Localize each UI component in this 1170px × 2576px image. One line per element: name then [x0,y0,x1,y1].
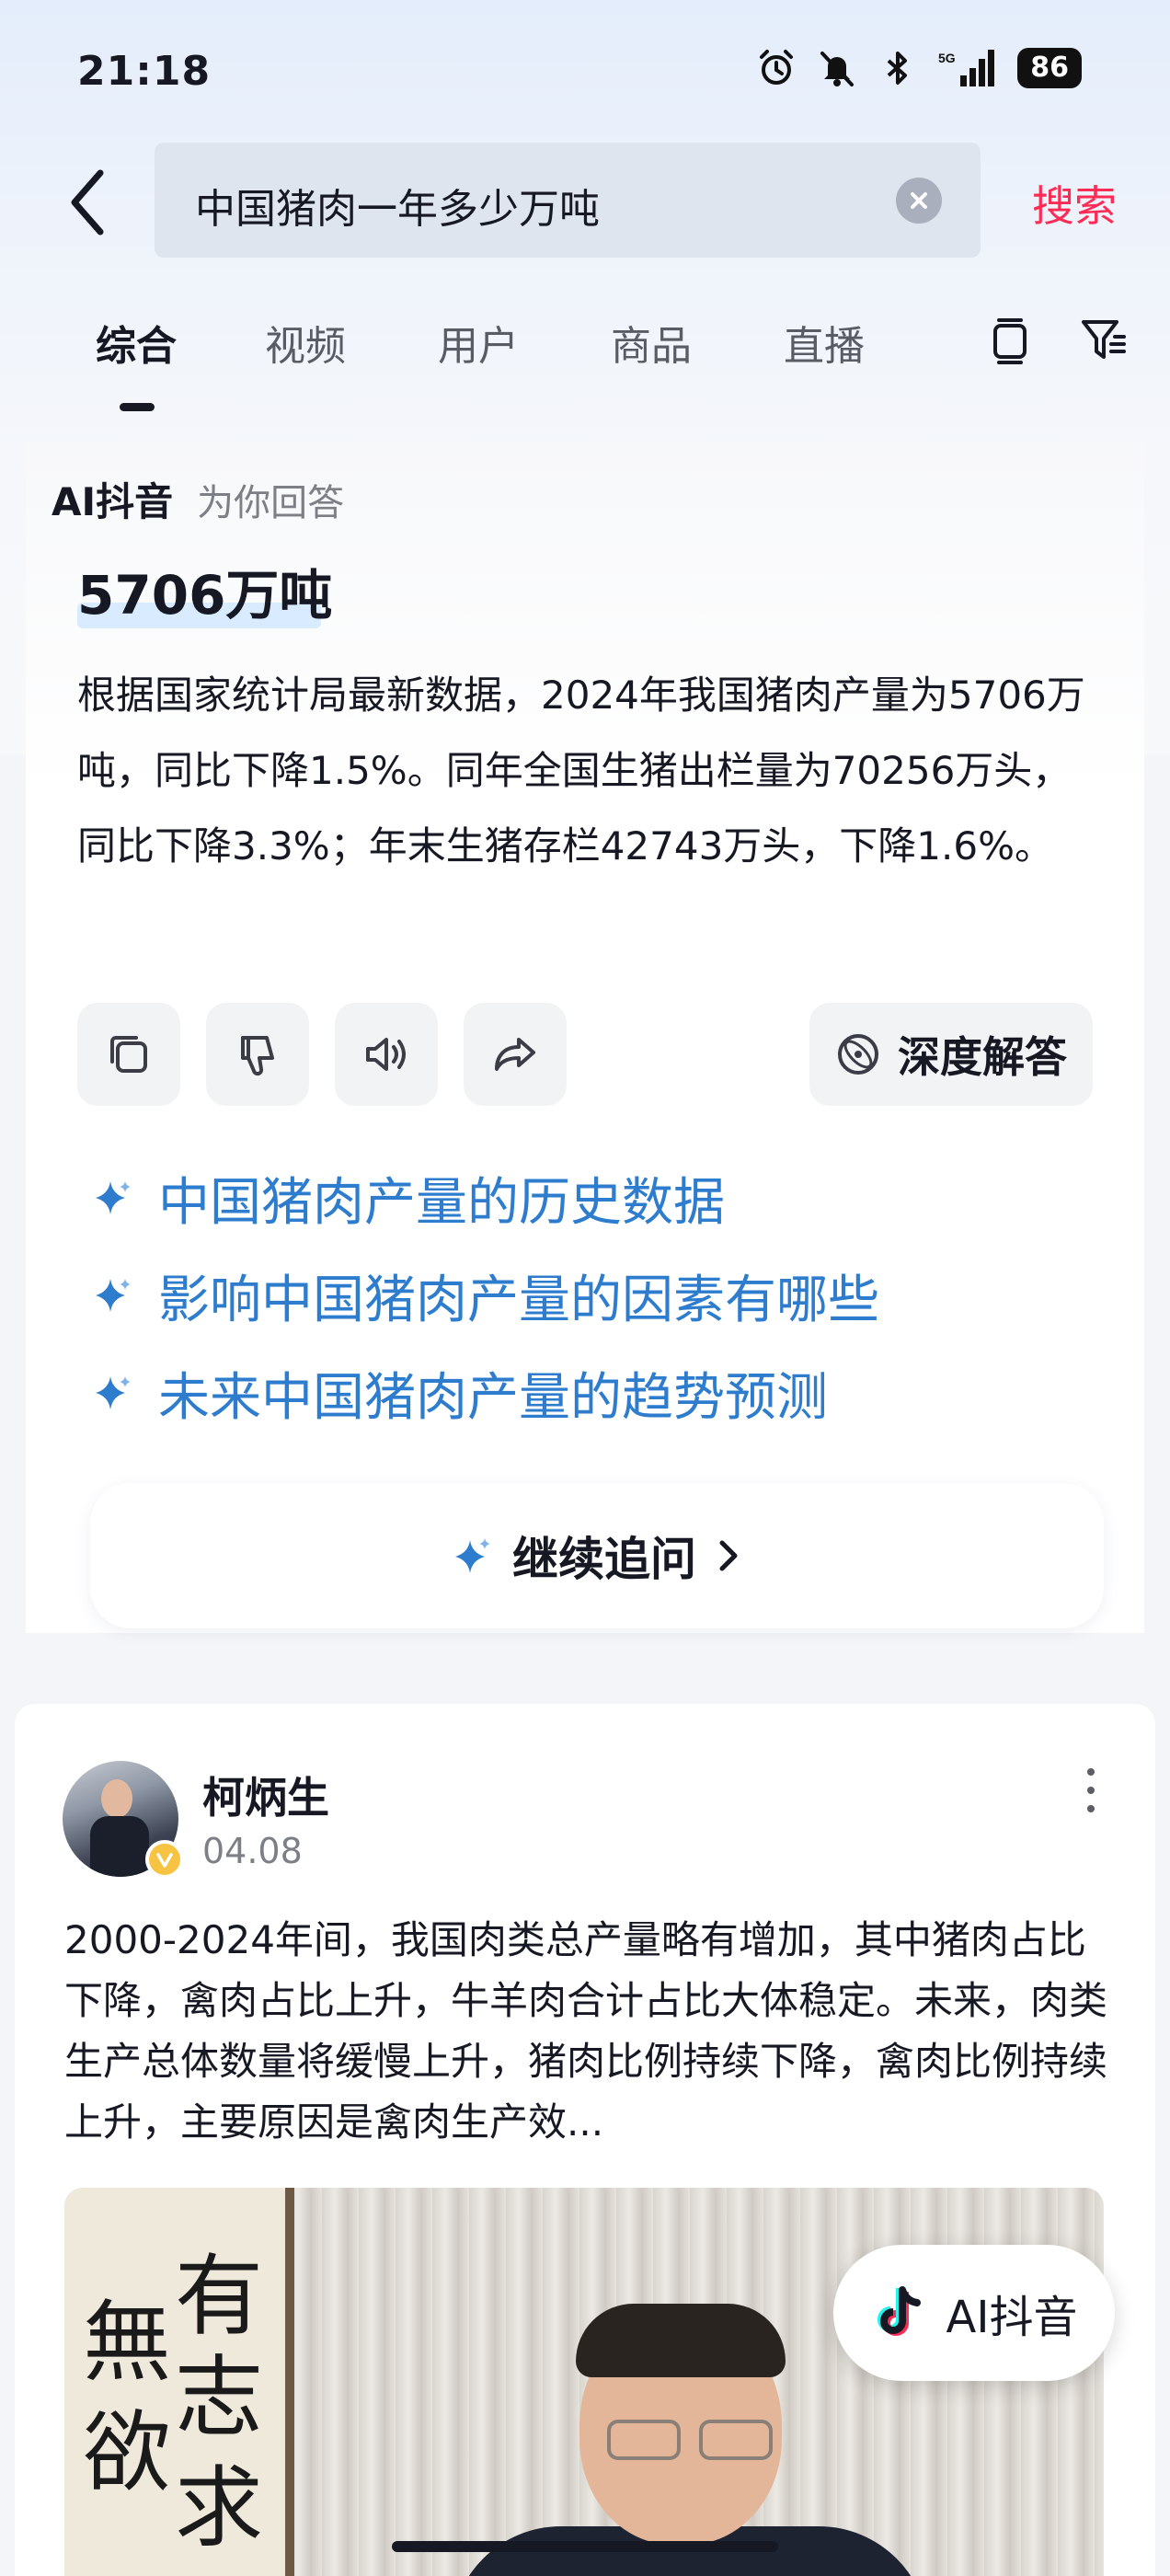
related-question-1[interactable]: 中国猪肉产量的历史数据 [92,1161,1104,1236]
follow-up-label: 继续追问 [512,1533,696,1586]
close-icon [911,192,927,209]
share-arrow-icon [495,1038,535,1071]
sparkle-icon [455,1538,490,1573]
share-button[interactable] [464,1003,567,1106]
sparkle-icon [92,1178,134,1220]
tab-comprehensive[interactable]: 综合 [96,313,177,372]
battery-icon: 86 [1017,48,1082,88]
verified-badge-icon [145,1840,184,1879]
alarm-icon [756,48,797,88]
tab-live[interactable]: 直播 [784,313,865,372]
layout-toggle-icon[interactable] [982,313,1038,368]
signal-icon: 5G [938,48,997,88]
ai-headline: 5706万吨 [77,564,333,627]
atom-icon [838,1034,878,1075]
post-author[interactable]: 柯炳生 [202,1765,329,1825]
speaker-icon [366,1038,406,1071]
copy-button[interactable] [77,1003,180,1106]
home-indicator[interactable] [392,2541,778,2552]
status-icons: 5G 86 [756,48,1082,88]
ai-subtitle: 为你回答 [197,482,345,524]
person-hair [576,2304,786,2377]
deep-answer-label: 深度解答 [898,1032,1067,1082]
related-question-2[interactable]: 影响中国猪肉产量的因素有哪些 [92,1259,1104,1333]
active-tab-indicator [120,403,155,411]
deep-answer-button[interactable]: 深度解答 [809,1003,1093,1106]
search-button[interactable]: 搜索 [1032,173,1117,234]
search-input[interactable]: 中国猪肉一年多少万吨 [155,143,981,258]
ai-answer-header: AI抖音 为你回答 [52,471,344,527]
chevron-right-icon [719,1540,738,1571]
svg-text:5G: 5G [938,51,956,65]
clear-search-button[interactable] [896,178,942,224]
back-button[interactable] [55,166,120,239]
post-text[interactable]: 2000-2024年间，我国肉类总产量略有增加，其中猪肉占比下降，禽肉占比上升，… [64,1910,1113,2153]
tab-products[interactable]: 商品 [611,313,692,372]
ai-douyin-float-label: AI抖音 [946,2292,1078,2343]
tab-video[interactable]: 视频 [265,313,346,372]
calligraphy-scroll: 有 志 無 欲 求 [64,2188,294,2576]
post-date: 04.08 [202,1831,303,1871]
related-question-text: 中国猪肉产量的历史数据 [158,1173,725,1233]
search-query: 中国猪肉一年多少万吨 [195,186,600,233]
copy-icon [110,1036,147,1073]
related-question-text: 未来中国猪肉产量的趋势预测 [158,1368,828,1428]
bluetooth-icon [878,48,918,88]
avatar-suit [90,1816,149,1877]
mute-icon [817,48,857,88]
search-tabs: 综合 视频 用户 商品 直播 [0,313,1170,423]
avatar-face [101,1779,132,1818]
related-question-text: 影响中国猪肉产量的因素有哪些 [158,1271,879,1330]
tab-users[interactable]: 用户 [438,313,519,372]
related-question-3[interactable]: 未来中国猪肉产量的趋势预测 [92,1356,1104,1431]
glasses-left [607,2420,681,2460]
thumbs-down-icon [241,1036,274,1076]
sparkle-icon [92,1373,134,1415]
ai-douyin-float-button[interactable]: AI抖音 [833,2245,1115,2381]
ai-brand-label: AI抖音 [52,479,174,524]
douyin-logo-icon [877,2286,921,2336]
sparkle-icon [92,1275,134,1317]
ai-answer-body: 根据国家统计局最新数据，2024年我国猪肉产量为5706万吨，同比下降1.5%。… [77,673,1085,868]
chevron-left-icon [71,169,104,236]
more-options-button[interactable] [1072,1763,1109,1818]
glasses-right [699,2420,773,2460]
dislike-button[interactable] [206,1003,309,1106]
status-time: 21:18 [77,48,212,95]
status-bar: 21:18 5G 86 [0,0,1170,147]
read-aloud-button[interactable] [335,1003,438,1106]
follow-up-button[interactable]: 继续追问 [90,1483,1104,1628]
filter-icon[interactable] [1076,313,1131,368]
